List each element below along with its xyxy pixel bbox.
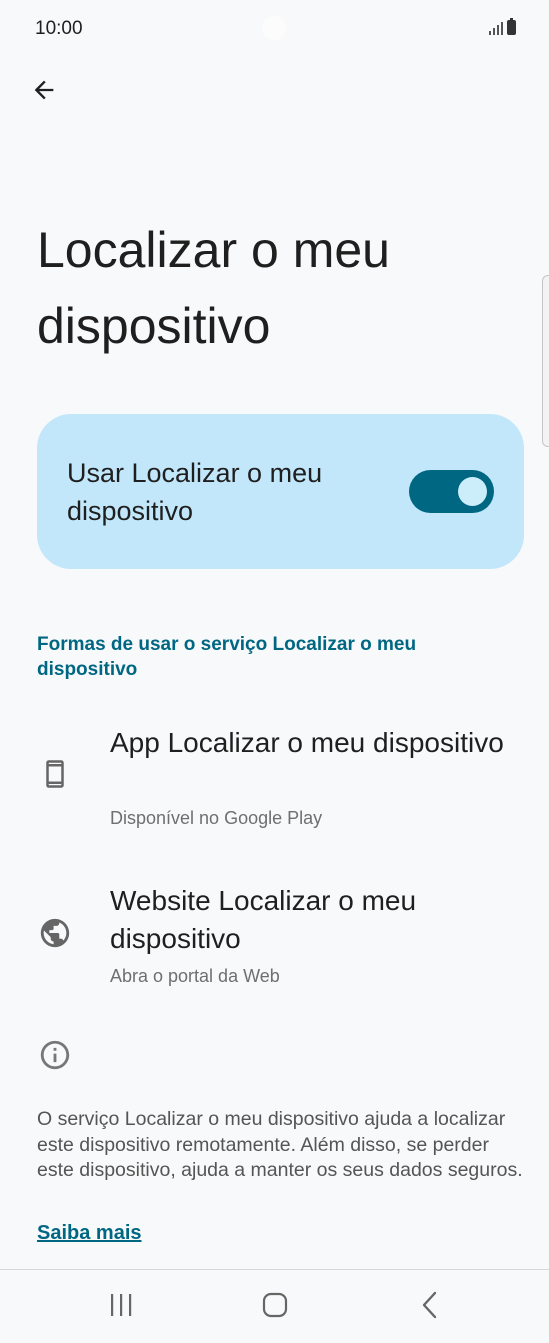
back-button[interactable] [26, 72, 62, 108]
learn-more-link[interactable]: Saiba mais [37, 1222, 142, 1245]
navigation-bar [0, 1269, 549, 1343]
status-icons [489, 18, 516, 35]
list-item-website[interactable]: Website Localizar o meu dispositivo Abra… [0, 878, 549, 998]
scroll-handle[interactable] [542, 275, 549, 447]
back-nav-icon [422, 1291, 437, 1319]
main-toggle-card[interactable]: Usar Localizar o meu dispositivo [37, 414, 524, 569]
recents-button[interactable] [101, 1288, 141, 1322]
home-button[interactable] [255, 1288, 295, 1322]
info-text: O serviço Localizar o meu dispositivo aj… [37, 1108, 523, 1181]
battery-icon [507, 18, 516, 35]
info-icon [38, 1038, 72, 1072]
back-nav-button[interactable] [410, 1288, 450, 1322]
item-summary: Disponível no Google Play [110, 808, 323, 828]
globe-icon [38, 916, 72, 950]
status-bar: 10:00 [0, 0, 549, 58]
item-title: Website Localizar o meu dispositivo [110, 885, 417, 954]
status-time: 10:00 [35, 18, 83, 39]
section-header: Formas de usar o serviço Localizar o meu… [37, 634, 417, 680]
list-item-app[interactable]: App Localizar o meu dispositivo Disponív… [0, 720, 549, 840]
camera-cutout [262, 16, 286, 40]
signal-icon [489, 21, 503, 35]
main-toggle-switch[interactable] [409, 470, 494, 513]
page-title: Localizar o meu dispositivo [37, 222, 390, 354]
switch-thumb [458, 477, 487, 506]
item-summary: Abra o portal da Web [110, 966, 280, 986]
recents-icon [111, 1294, 132, 1316]
home-icon [262, 1292, 288, 1318]
item-title: App Localizar o meu dispositivo [110, 727, 504, 758]
arrow-back-icon [34, 80, 54, 100]
phone-icon [38, 757, 72, 791]
main-toggle-label: Usar Localizar o meu dispositivo [67, 458, 323, 526]
